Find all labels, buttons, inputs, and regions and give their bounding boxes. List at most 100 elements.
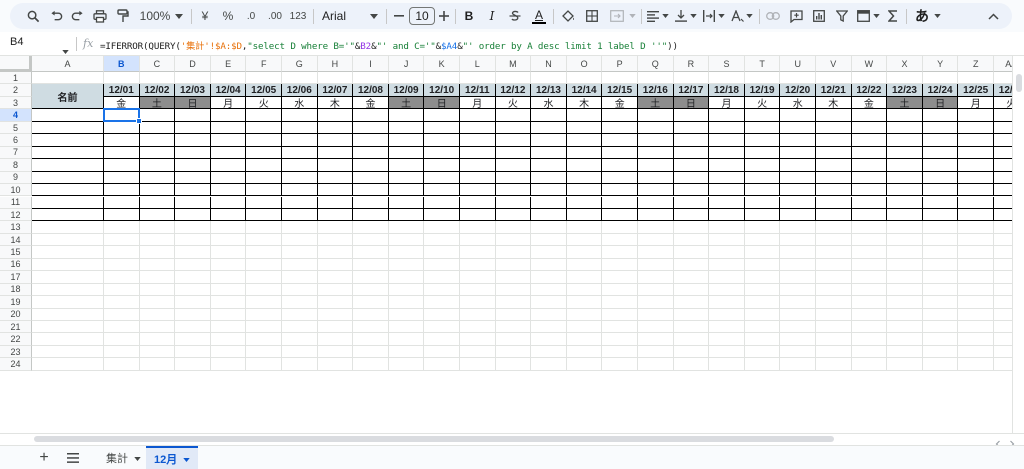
cell[interactable] — [388, 345, 425, 359]
search-menus-icon[interactable] — [24, 4, 42, 28]
cell[interactable] — [353, 258, 389, 272]
cell[interactable] — [958, 308, 994, 321]
cell[interactable] — [744, 271, 781, 284]
cell[interactable] — [388, 159, 425, 172]
cell[interactable] — [816, 184, 852, 197]
cell[interactable] — [104, 233, 140, 247]
cell[interactable] — [210, 72, 247, 85]
cell[interactable] — [887, 296, 923, 309]
collapse-toolbar-chevron-up-icon[interactable] — [985, 4, 1001, 28]
cell[interactable] — [531, 358, 567, 371]
column-header-y[interactable]: Y — [922, 56, 959, 72]
cell[interactable] — [851, 321, 888, 334]
cell[interactable] — [994, 284, 1012, 297]
cell[interactable] — [388, 283, 425, 297]
cell[interactable] — [673, 159, 710, 172]
vertical-align-icon[interactable] — [674, 4, 688, 28]
cell[interactable] — [602, 345, 638, 359]
row-header-24[interactable]: 24 — [0, 358, 32, 371]
cell[interactable] — [531, 308, 567, 321]
name-box[interactable]: B4 — [10, 36, 23, 48]
cell[interactable] — [104, 321, 140, 334]
cell[interactable] — [958, 271, 994, 284]
wrap-chevron-down-icon[interactable] — [716, 4, 726, 28]
cell[interactable] — [922, 296, 959, 309]
cell[interactable] — [424, 184, 460, 197]
cell[interactable] — [851, 171, 888, 185]
cell[interactable] — [32, 246, 104, 259]
cell[interactable] — [460, 233, 496, 247]
cell[interactable] — [32, 221, 104, 234]
cell[interactable] — [566, 146, 603, 160]
cell[interactable] — [210, 233, 247, 247]
cell[interactable] — [744, 196, 781, 209]
row-header-8[interactable]: 8 — [0, 159, 32, 172]
column-header-aa[interactable]: AA — [994, 56, 1012, 72]
cell[interactable] — [424, 258, 460, 272]
cell[interactable] — [104, 296, 140, 309]
column-header-j[interactable]: J — [388, 56, 425, 72]
cell[interactable] — [744, 296, 781, 309]
cell[interactable] — [780, 208, 816, 222]
cell[interactable] — [282, 134, 318, 147]
cell[interactable] — [282, 321, 318, 334]
cell[interactable] — [104, 159, 140, 172]
cell[interactable] — [139, 358, 176, 371]
cell[interactable] — [282, 171, 318, 185]
cell[interactable] — [887, 333, 923, 346]
cell[interactable] — [353, 184, 389, 197]
cell[interactable] — [922, 184, 959, 197]
cell[interactable] — [424, 109, 460, 122]
date-header-cell[interactable]: 12/05 — [246, 84, 282, 97]
cell[interactable] — [922, 146, 959, 160]
cell[interactable] — [922, 159, 959, 172]
cell[interactable] — [744, 321, 781, 334]
cell[interactable] — [922, 308, 959, 321]
cell[interactable] — [317, 358, 354, 371]
cell[interactable] — [566, 72, 603, 85]
cell[interactable] — [32, 271, 104, 284]
cell[interactable] — [246, 271, 282, 284]
cell[interactable] — [887, 221, 923, 234]
cell[interactable] — [282, 246, 318, 259]
cell[interactable] — [780, 271, 816, 284]
cell[interactable] — [317, 171, 354, 185]
cell[interactable] — [210, 358, 247, 371]
cell[interactable] — [602, 246, 638, 259]
date-header-cell[interactable]: 12/11 — [460, 84, 496, 97]
cell[interactable] — [816, 345, 852, 359]
cell[interactable] — [673, 358, 710, 371]
spreadsheet-grid[interactable]: ABCDEFGHIJKLMNOPQRSTUVWXYZAA123456789101… — [0, 56, 1012, 433]
cell[interactable] — [958, 184, 994, 197]
column-header-o[interactable]: O — [566, 56, 603, 72]
cell[interactable] — [673, 221, 710, 234]
cell[interactable] — [139, 184, 176, 197]
cell[interactable] — [531, 221, 567, 234]
cell[interactable] — [104, 246, 140, 259]
cell[interactable] — [32, 296, 104, 309]
cell[interactable] — [887, 283, 923, 297]
cell[interactable] — [32, 121, 104, 135]
cell[interactable] — [638, 196, 674, 209]
cell[interactable] — [388, 109, 425, 122]
date-header-cell[interactable]: 12/15 — [602, 84, 638, 97]
cell[interactable] — [104, 283, 140, 297]
cell[interactable] — [816, 196, 852, 209]
cell[interactable] — [780, 358, 816, 371]
cell[interactable] — [246, 196, 282, 209]
cell[interactable] — [317, 146, 354, 160]
cell[interactable] — [602, 184, 638, 197]
cell[interactable] — [139, 171, 176, 185]
date-header-cell[interactable]: 12/18 — [709, 84, 745, 97]
cell[interactable] — [816, 333, 852, 346]
cell[interactable] — [566, 271, 603, 284]
date-header-cell[interactable]: 12/22 — [851, 84, 888, 97]
cell[interactable] — [816, 233, 852, 247]
cell[interactable] — [246, 283, 282, 297]
cell[interactable] — [780, 184, 816, 197]
cell[interactable] — [638, 345, 674, 359]
weekday-cell[interactable]: 火 — [246, 96, 282, 110]
cell[interactable] — [709, 321, 745, 334]
cell[interactable] — [780, 171, 816, 185]
cell[interactable] — [175, 208, 211, 222]
